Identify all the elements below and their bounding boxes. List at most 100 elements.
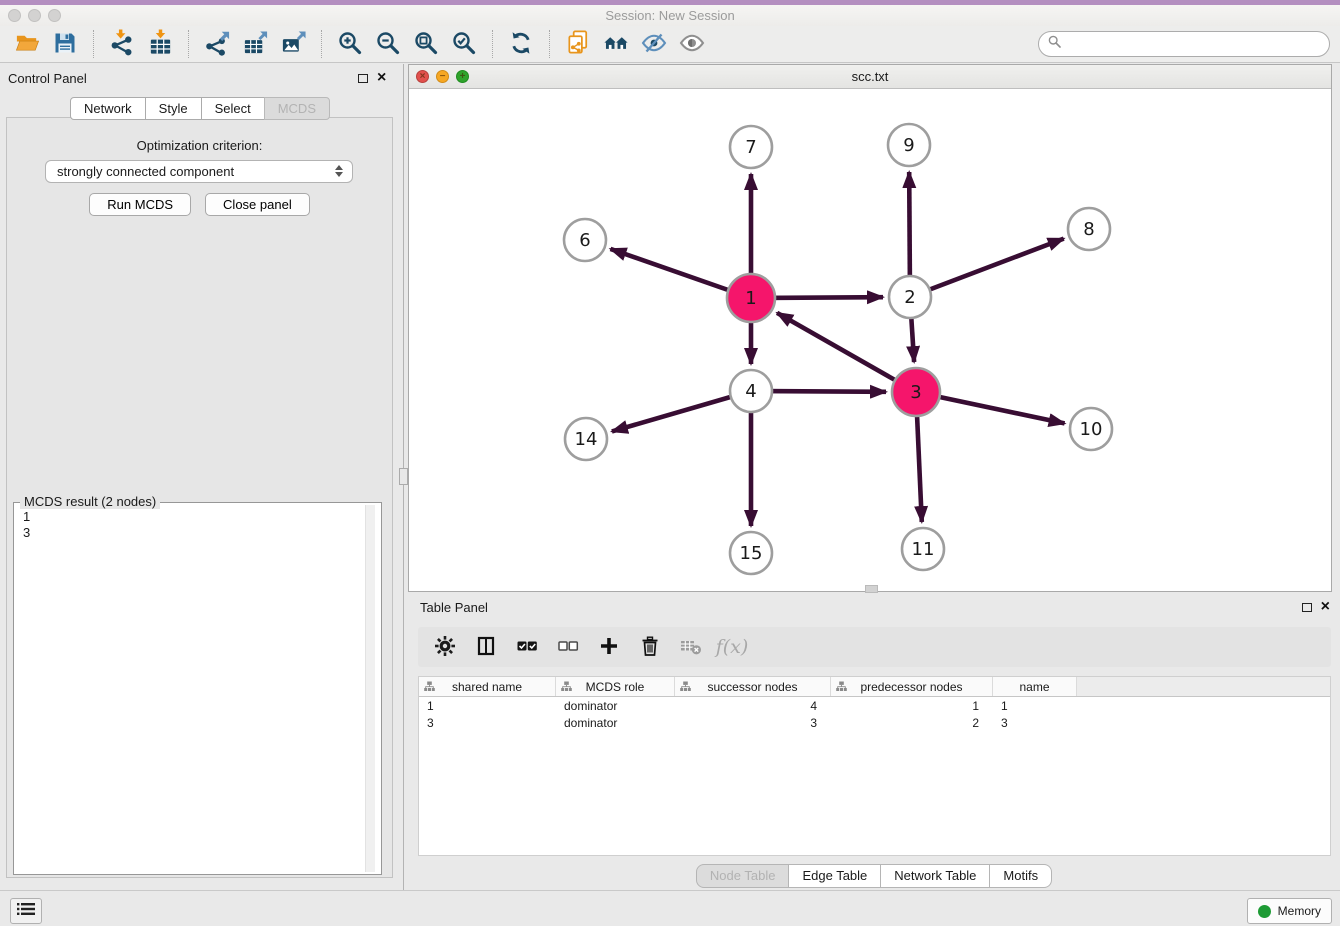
search-input[interactable]: [1066, 36, 1320, 53]
apply-layout-icon: [508, 30, 534, 59]
column-header-label: shared name: [452, 680, 522, 694]
table-settings-button[interactable]: [433, 635, 457, 659]
node-15[interactable]: 15: [730, 532, 772, 574]
node-label-14: 14: [575, 429, 598, 450]
result-scrollbar[interactable]: [365, 505, 375, 872]
edge-2-8[interactable]: [910, 239, 1064, 297]
zoom-in-button[interactable]: [331, 27, 369, 61]
network-canvas[interactable]: 7 9 6 8 1 2 4 3 14 10 15 11: [409, 89, 1329, 590]
tab-node-table[interactable]: Node Table: [696, 864, 790, 888]
node-6[interactable]: 6: [564, 219, 606, 261]
function-builder-button[interactable]: f(x): [720, 635, 744, 659]
table-row[interactable]: 1dominator411: [419, 697, 1330, 714]
column-view-icon: [475, 635, 497, 660]
column-type-icon: [680, 681, 691, 695]
column-header-shared-name[interactable]: shared name: [419, 677, 556, 696]
deselect-all-checkboxes-button[interactable]: [556, 635, 580, 659]
network-view-titlebar[interactable]: × − + scc.txt: [409, 65, 1331, 89]
node-2[interactable]: 2: [889, 276, 931, 318]
tab-mcds[interactable]: MCDS: [264, 97, 330, 120]
export-image-button[interactable]: [274, 27, 312, 61]
node-label-7: 7: [745, 137, 756, 158]
node-label-6: 6: [579, 230, 590, 251]
zoom-selected-button[interactable]: [445, 27, 483, 61]
select-all-checkboxes-button[interactable]: [515, 635, 539, 659]
export-table-button[interactable]: [236, 27, 274, 61]
cell-predecessor-nodes[interactable]: 2: [831, 714, 993, 731]
node-7[interactable]: 7: [730, 126, 772, 168]
cell-name[interactable]: 3: [993, 714, 1077, 731]
node-9[interactable]: 9: [888, 124, 930, 166]
network-view-title: scc.txt: [409, 69, 1331, 84]
node-4[interactable]: 4: [730, 370, 772, 412]
tab-network-table[interactable]: Network Table: [880, 864, 990, 888]
apply-layout-button[interactable]: [502, 27, 540, 61]
zoom-selected-icon: [451, 30, 477, 59]
first-neighbors-button[interactable]: [597, 27, 635, 61]
control-panel-tabs: NetworkStyleSelectMCDS: [0, 97, 400, 120]
table-row[interactable]: 3dominator323: [419, 714, 1330, 731]
node-8[interactable]: 8: [1068, 208, 1110, 250]
cell-MCDS-role[interactable]: dominator: [556, 714, 675, 731]
tab-network[interactable]: Network: [70, 97, 146, 120]
run-mcds-button[interactable]: Run MCDS: [89, 193, 191, 216]
column-header-label: successor nodes: [707, 680, 797, 694]
open-session-button[interactable]: [8, 27, 46, 61]
close-panel-button[interactable]: Close panel: [205, 193, 310, 216]
export-network-button[interactable]: [198, 27, 236, 61]
close-panel-icon[interactable]: ×: [377, 72, 386, 84]
table-toolbar: f(x): [418, 627, 1331, 667]
node-label-3: 3: [910, 382, 921, 403]
node-3[interactable]: 3: [892, 368, 940, 416]
cell-successor-nodes[interactable]: 4: [675, 697, 831, 714]
panel-splitter-handle[interactable]: [399, 468, 408, 485]
node-11[interactable]: 11: [902, 528, 944, 570]
cell-MCDS-role[interactable]: dominator: [556, 697, 675, 714]
network-view-window: × − + scc.txt 7 9 6 8 1 2 4 3 14 10 15 11: [408, 64, 1332, 592]
hide-selected-button[interactable]: [635, 27, 673, 61]
node-14[interactable]: 14: [565, 418, 607, 460]
float-panel-icon[interactable]: [358, 74, 368, 83]
delete-column-button[interactable]: [638, 635, 662, 659]
column-header-successor-nodes[interactable]: successor nodes: [675, 677, 831, 696]
canvas-resize-grip[interactable]: [865, 585, 878, 593]
memory-button[interactable]: Memory: [1247, 898, 1332, 924]
tab-style[interactable]: Style: [145, 97, 202, 120]
close-table-panel-icon[interactable]: ×: [1321, 601, 1330, 613]
column-header-predecessor-nodes[interactable]: predecessor nodes: [831, 677, 993, 696]
node-10[interactable]: 10: [1070, 408, 1112, 450]
table-panel-controls: ×: [1302, 601, 1330, 613]
cell-shared-name[interactable]: 3: [419, 714, 556, 731]
show-all-button[interactable]: [673, 27, 711, 61]
clone-network-button[interactable]: [559, 27, 597, 61]
zoom-out-icon: [375, 30, 401, 59]
column-header-MCDS-role[interactable]: MCDS role: [556, 677, 675, 696]
float-table-panel-icon[interactable]: [1302, 603, 1312, 612]
cell-successor-nodes[interactable]: 3: [675, 714, 831, 731]
save-session-button[interactable]: [46, 27, 84, 61]
delete-column-icon: [639, 635, 661, 660]
column-header-name[interactable]: name: [993, 677, 1077, 696]
zoom-fit-button[interactable]: [407, 27, 445, 61]
column-type-icon: [561, 681, 572, 695]
column-view-button[interactable]: [474, 635, 498, 659]
zoom-out-button[interactable]: [369, 27, 407, 61]
memory-label: Memory: [1278, 904, 1321, 918]
tab-select[interactable]: Select: [201, 97, 265, 120]
tab-motifs[interactable]: Motifs: [989, 864, 1052, 888]
import-table-button[interactable]: [141, 27, 179, 61]
node-label-15: 15: [740, 543, 763, 564]
node-label-1: 1: [745, 288, 756, 309]
tab-edge-table[interactable]: Edge Table: [788, 864, 881, 888]
import-network-button[interactable]: [103, 27, 141, 61]
criterion-select[interactable]: strongly connected component: [45, 160, 353, 183]
cell-name[interactable]: 1: [993, 697, 1077, 714]
add-column-button[interactable]: [597, 635, 621, 659]
search-box[interactable]: [1038, 31, 1330, 57]
save-session-icon: [53, 31, 77, 58]
node-1[interactable]: 1: [727, 274, 775, 322]
delete-table-button[interactable]: [679, 635, 703, 659]
cell-shared-name[interactable]: 1: [419, 697, 556, 714]
cell-predecessor-nodes[interactable]: 1: [831, 697, 993, 714]
task-history-button[interactable]: [10, 898, 42, 924]
